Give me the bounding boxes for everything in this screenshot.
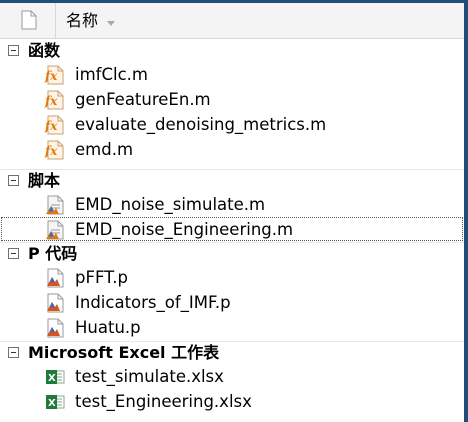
file-icon bbox=[21, 10, 37, 30]
group-label: P 代码 bbox=[28, 244, 78, 263]
file-list: 函数 fx imfClc.m fx genFeatureEn.m fx evaluate_d… bbox=[0, 40, 464, 422]
excel-file-icon: X bbox=[44, 392, 66, 412]
collapse-icon[interactable] bbox=[8, 175, 19, 186]
group-header[interactable]: 脚本 bbox=[0, 170, 464, 192]
collapse-icon[interactable] bbox=[8, 45, 19, 56]
name-column-header[interactable]: 名称 bbox=[66, 11, 98, 31]
file-name: evaluate_denoising_metrics.m bbox=[75, 115, 327, 134]
file-row[interactable]: fx imfClc.m bbox=[0, 62, 464, 87]
file-name: imfClc.m bbox=[75, 65, 148, 84]
p-code-file-icon bbox=[44, 318, 66, 338]
collapse-icon[interactable] bbox=[8, 347, 19, 358]
file-name: genFeatureEn.m bbox=[75, 90, 211, 109]
file-row[interactable]: Xtest_simulate.xlsx bbox=[0, 364, 464, 389]
group-label: 脚本 bbox=[28, 171, 61, 190]
group-header[interactable]: P 代码 bbox=[0, 243, 464, 265]
group-label: Microsoft Excel 工作表 bbox=[28, 343, 220, 362]
file-name: EMD_noise_simulate.m bbox=[75, 195, 266, 214]
file-row[interactable]: pFFT.p bbox=[0, 265, 464, 290]
function-file-icon: fx bbox=[44, 140, 66, 160]
group-header[interactable]: Microsoft Excel 工作表 bbox=[0, 342, 464, 364]
file-name: test_Engineering.xlsx bbox=[75, 392, 252, 411]
file-name: pFFT.p bbox=[75, 268, 129, 287]
svg-text:fx: fx bbox=[44, 94, 58, 108]
svg-text:fx: fx bbox=[44, 69, 58, 83]
excel-file-icon: X bbox=[44, 367, 66, 387]
collapse-icon[interactable] bbox=[8, 248, 19, 259]
file-name: Indicators_of_IMF.p bbox=[75, 293, 231, 312]
file-row[interactable]: Xtest_Engineering.xlsx bbox=[0, 389, 464, 414]
svg-text:X: X bbox=[48, 398, 56, 409]
file-row[interactable]: fx genFeatureEn.m bbox=[0, 87, 464, 112]
file-row[interactable]: fx evaluate_denoising_metrics.m bbox=[0, 112, 464, 137]
window-frame-right bbox=[464, 0, 468, 422]
type-column-header[interactable] bbox=[0, 3, 56, 38]
file-name: Huatu.p bbox=[75, 318, 141, 337]
svg-text:fx: fx bbox=[44, 144, 58, 158]
p-code-file-icon bbox=[44, 268, 66, 288]
script-file-icon bbox=[44, 220, 66, 240]
function-file-icon: fx bbox=[44, 65, 66, 85]
file-name: EMD_noise_Engineering.m bbox=[75, 220, 294, 239]
p-code-file-icon bbox=[44, 293, 66, 313]
script-file-icon bbox=[44, 195, 66, 215]
file-name: test_simulate.xlsx bbox=[75, 367, 224, 386]
file-name: emd.m bbox=[75, 140, 134, 159]
group-label: 函数 bbox=[28, 41, 61, 60]
function-file-icon: fx bbox=[44, 90, 66, 110]
function-file-icon: fx bbox=[44, 115, 66, 135]
file-row[interactable]: Huatu.p bbox=[0, 315, 464, 340]
svg-text:fx: fx bbox=[44, 119, 58, 133]
sort-down-icon[interactable] bbox=[107, 21, 115, 26]
file-row[interactable]: fx emd.m bbox=[0, 137, 464, 162]
group-header[interactable]: 函数 bbox=[0, 40, 464, 62]
svg-text:X: X bbox=[48, 373, 56, 384]
file-row[interactable]: Indicators_of_IMF.p bbox=[0, 290, 464, 315]
file-row[interactable]: EMD_noise_simulate.m bbox=[0, 192, 464, 217]
column-header: 名称 bbox=[0, 3, 464, 39]
file-row[interactable]: EMD_noise_Engineering.m bbox=[0, 217, 464, 242]
